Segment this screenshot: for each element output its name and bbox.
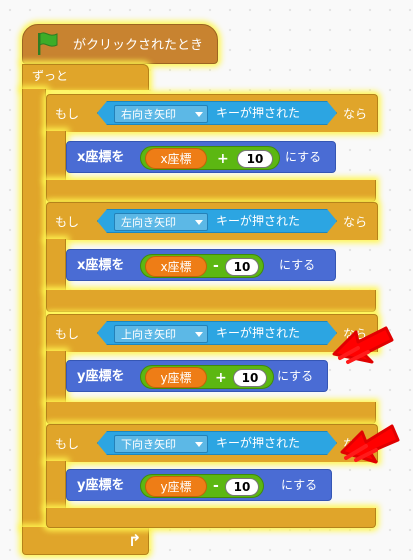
forever-block[interactable]: ずっと bbox=[22, 64, 149, 90]
set-suffix-label: にする bbox=[285, 150, 322, 164]
key-pressed-label: キーが押された bbox=[216, 106, 301, 120]
change-x-block[interactable]: x座標を x座標 + 10 にする bbox=[66, 141, 336, 173]
operator-symbol: + bbox=[217, 151, 229, 167]
if-block[interactable]: もし 左向き矢印 キーが押された なら bbox=[46, 202, 378, 240]
if-block[interactable]: もし 下向き矢印 キーが押された なら bbox=[46, 424, 378, 462]
when-flag-clicked-label: がクリックされたとき bbox=[73, 38, 204, 53]
number-input[interactable]: 10 bbox=[233, 369, 267, 387]
if-block[interactable]: もし 右向き矢印 キーが押された なら bbox=[46, 94, 378, 132]
key-dropdown[interactable]: 右向き矢印 bbox=[114, 105, 208, 123]
loop-arrow-icon: ↱ bbox=[128, 531, 142, 550]
x-position-reporter[interactable]: x座標 bbox=[145, 148, 207, 169]
if-block-arm bbox=[46, 239, 66, 291]
x-position-reporter[interactable]: x座標 bbox=[145, 256, 207, 277]
key-pressed-sensing-block[interactable]: 下向き矢印 キーが押された bbox=[97, 431, 337, 455]
key-pressed-label: キーが押された bbox=[216, 214, 301, 228]
set-x-label: x座標を bbox=[77, 258, 125, 273]
number-input[interactable]: 10 bbox=[225, 478, 259, 496]
operator-symbol: - bbox=[213, 258, 219, 274]
green-flag-icon bbox=[38, 32, 58, 55]
red-arrow-annotation-down bbox=[340, 424, 400, 464]
operator-symbol: + bbox=[215, 370, 227, 386]
subtract-operator-block[interactable]: y座標 - 10 bbox=[140, 474, 264, 498]
key-pressed-label: キーが押された bbox=[216, 326, 301, 340]
if-label: もし bbox=[55, 107, 80, 121]
key-pressed-sensing-block[interactable]: 右向き矢印 キーが押された bbox=[97, 101, 337, 125]
set-suffix-label: にする bbox=[281, 478, 318, 492]
set-suffix-label: にする bbox=[277, 369, 314, 383]
chevron-down-icon bbox=[195, 112, 203, 117]
if-block-arm bbox=[46, 461, 66, 509]
then-label: なら bbox=[343, 215, 368, 229]
operator-symbol: - bbox=[213, 478, 219, 494]
red-arrow-annotation-up bbox=[332, 326, 394, 364]
change-x-block[interactable]: x座標を x座標 - 10 にする bbox=[66, 249, 336, 281]
set-suffix-label: にする bbox=[279, 258, 316, 272]
subtract-operator-block[interactable]: x座標 - 10 bbox=[140, 254, 264, 278]
key-dropdown-value: 右向き矢印 bbox=[121, 108, 176, 121]
y-position-reporter[interactable]: y座標 bbox=[145, 476, 207, 497]
set-y-label: y座標を bbox=[77, 478, 125, 493]
if-label: もし bbox=[55, 327, 80, 341]
if-block-arm bbox=[46, 131, 66, 181]
number-input[interactable]: 10 bbox=[237, 150, 273, 168]
then-label: なら bbox=[343, 107, 368, 121]
script-stack: がクリックされたとき ずっと ↱ もし 右向き矢印 キーが押された なら x座標… bbox=[0, 0, 413, 560]
if-label: もし bbox=[55, 215, 80, 229]
key-dropdown[interactable]: 左向き矢印 bbox=[114, 213, 208, 231]
when-flag-clicked-hat-block[interactable]: がクリックされたとき bbox=[22, 24, 218, 64]
if-block-bottom bbox=[46, 290, 376, 312]
key-dropdown-value: 上向き矢印 bbox=[121, 328, 176, 341]
change-y-block[interactable]: y座標を y座標 + 10 にする bbox=[66, 360, 328, 392]
set-y-label: y座標を bbox=[77, 369, 125, 384]
set-x-label: x座標を bbox=[77, 150, 125, 165]
if-block-bottom bbox=[46, 180, 376, 202]
forever-block-bottom: ↱ bbox=[22, 527, 149, 555]
y-position-reporter[interactable]: y座標 bbox=[145, 367, 207, 388]
number-input[interactable]: 10 bbox=[225, 258, 259, 276]
key-pressed-sensing-block[interactable]: 上向き矢印 キーが押された bbox=[97, 321, 337, 345]
if-block-arm bbox=[46, 351, 66, 403]
chevron-down-icon bbox=[195, 442, 203, 447]
forever-label: ずっと bbox=[32, 69, 69, 83]
add-operator-block[interactable]: y座標 + 10 bbox=[140, 365, 274, 389]
if-block-bottom bbox=[46, 402, 376, 424]
chevron-down-icon bbox=[195, 220, 203, 225]
forever-block-arm bbox=[22, 89, 46, 529]
if-label: もし bbox=[55, 437, 80, 451]
add-operator-block[interactable]: x座標 + 10 bbox=[140, 146, 280, 170]
key-pressed-sensing-block[interactable]: 左向き矢印 キーが押された bbox=[97, 209, 337, 233]
key-dropdown-value: 下向き矢印 bbox=[121, 438, 176, 451]
key-pressed-label: キーが押された bbox=[216, 436, 301, 450]
if-block-bottom bbox=[46, 508, 376, 528]
chevron-down-icon bbox=[195, 332, 203, 337]
key-dropdown-value: 左向き矢印 bbox=[121, 216, 176, 229]
change-y-block[interactable]: y座標を y座標 - 10 にする bbox=[66, 469, 332, 501]
key-dropdown[interactable]: 上向き矢印 bbox=[114, 325, 208, 343]
key-dropdown[interactable]: 下向き矢印 bbox=[114, 435, 208, 453]
